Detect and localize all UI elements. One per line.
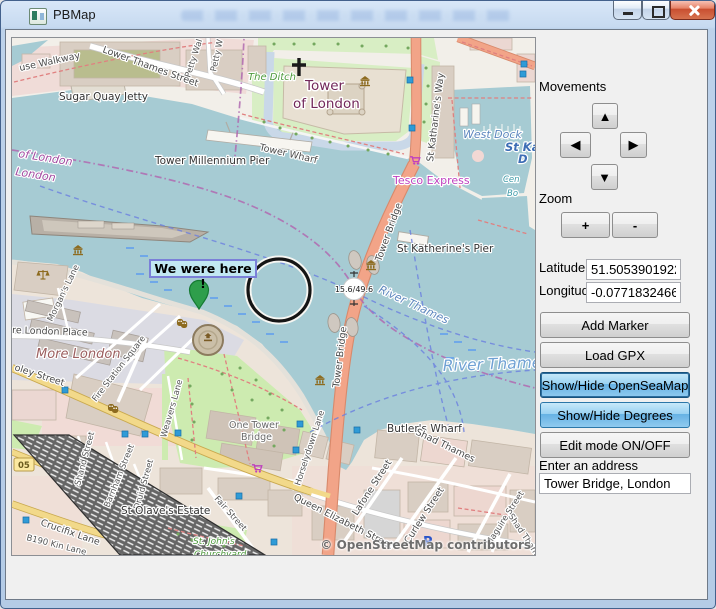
- latitude-label: Latitude: [539, 260, 585, 275]
- map-label: The Ditch: [248, 72, 296, 83]
- toggle-degrees-button[interactable]: Show/Hide Degrees: [540, 402, 690, 428]
- bridge-clearance-text: 15.6/49.6: [335, 285, 373, 294]
- address-input[interactable]: [539, 473, 691, 494]
- map-label: St Katherine's Pier: [397, 243, 494, 255]
- map-label: St Olave's Estate: [121, 505, 210, 517]
- titlebar[interactable]: PBMap: [1, 1, 715, 29]
- map-marker-label[interactable]: We were here !: [149, 259, 257, 278]
- load-gpx-button[interactable]: Load GPX: [540, 342, 690, 368]
- toggle-degrees-label: Show/Hide Degrees: [557, 408, 673, 423]
- minus-icon: -: [633, 218, 637, 233]
- map-label: D: [518, 152, 528, 166]
- map-label: More London: [36, 347, 121, 362]
- close-button[interactable]: [670, 1, 715, 20]
- map-canvas: 15.6/49.6 use WalkwayLower Thames Street…: [12, 38, 535, 555]
- map-label: One Tower: [229, 420, 279, 431]
- map-label: Sugar Quay Jetty: [59, 91, 148, 103]
- add-marker-button[interactable]: Add Marker: [540, 312, 690, 338]
- edit-mode-button[interactable]: Edit mode ON/OFF: [540, 432, 690, 458]
- minimize-icon: [623, 12, 633, 15]
- zoom-out-button[interactable]: -: [612, 212, 658, 238]
- map-label: of London: [293, 96, 360, 112]
- map-label: St. John's: [193, 537, 235, 547]
- up-arrow-icon: ▲: [599, 109, 612, 124]
- map-view[interactable]: 15.6/49.6 use WalkwayLower Thames Street…: [11, 37, 536, 556]
- move-left-button[interactable]: ◀: [560, 132, 591, 158]
- right-arrow-icon: ▶: [629, 137, 639, 152]
- maximize-icon: [652, 6, 665, 18]
- window-title: PBMap: [53, 7, 96, 22]
- left-arrow-icon: ◀: [571, 137, 581, 152]
- close-icon: [688, 5, 699, 16]
- zoom-label: Zoom: [539, 191, 572, 206]
- latitude-input[interactable]: [586, 259, 681, 280]
- address-label: Enter an address: [539, 458, 638, 473]
- minimize-button[interactable]: [613, 1, 642, 20]
- map-label: 05: [18, 461, 30, 471]
- map-label: Cen: [503, 175, 520, 185]
- move-down-button[interactable]: ▼: [591, 164, 618, 190]
- movements-label: Movements: [539, 79, 606, 94]
- map-label: Tower Millennium Pier: [154, 155, 270, 167]
- map-label: Bridge: [241, 432, 272, 443]
- longitude-input[interactable]: [586, 282, 681, 303]
- toggle-openseamap-button[interactable]: Show/Hide OpenSeaMap: [540, 372, 690, 398]
- down-arrow-icon: ▼: [598, 170, 611, 185]
- move-up-button[interactable]: ▲: [592, 103, 618, 129]
- map-attribution: © OpenStreetMap contributors: [320, 538, 531, 552]
- map-label: Churchyard: [194, 550, 247, 555]
- app-window: PBMap: [0, 0, 716, 609]
- toggle-openseamap-label: Show/Hide OpenSeaMap: [542, 378, 689, 393]
- load-gpx-label: Load GPX: [585, 348, 645, 363]
- map-label: River Thames: [443, 353, 535, 375]
- map-label: Bo: [507, 189, 518, 199]
- plus-icon: +: [582, 218, 590, 233]
- scoop-amphitheatre: [193, 325, 223, 355]
- map-label: Tower: [304, 78, 345, 94]
- add-marker-label: Add Marker: [581, 318, 648, 333]
- maximize-button[interactable]: [642, 1, 670, 20]
- zoom-in-button[interactable]: +: [561, 212, 610, 238]
- titlebar-reflection: [181, 10, 511, 21]
- map-label: Tesco Express: [392, 174, 470, 187]
- edit-mode-label: Edit mode ON/OFF: [559, 438, 670, 453]
- move-right-button[interactable]: ▶: [620, 132, 647, 158]
- app-icon: [29, 8, 47, 25]
